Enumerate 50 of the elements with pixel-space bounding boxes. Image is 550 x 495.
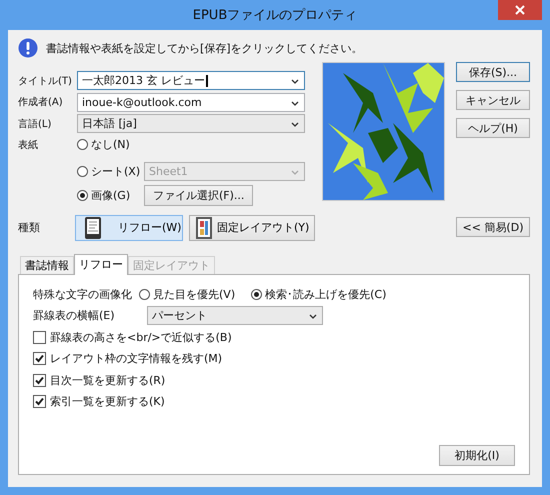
tab[interactable]: 書誌情報 <box>20 256 74 274</box>
close-icon <box>514 4 526 16</box>
radio-button[interactable] <box>251 288 262 300</box>
chevron-down-icon <box>291 122 299 128</box>
radio-button[interactable] <box>77 139 88 150</box>
dialog-button[interactable]: 保存(S)... <box>456 62 530 82</box>
close-button[interactable] <box>498 0 542 20</box>
layout-toggle-button[interactable]: リフロー(W) <box>75 214 183 240</box>
combo-field[interactable]: inoue-k@outlook.com <box>77 92 305 112</box>
tab[interactable]: リフロー <box>74 254 128 274</box>
radio-label: シート(X) <box>91 164 140 179</box>
checkbox-option[interactable]: レイアウト枠の文字情報を残す(M) <box>33 351 222 366</box>
chevron-down-icon <box>291 100 299 106</box>
reset-button[interactable]: 初期化(I) <box>439 445 515 466</box>
field-label: 作成者(A) <box>18 96 64 110</box>
radio-label: 画像(G) <box>91 188 130 203</box>
chevron-down-icon <box>309 314 317 320</box>
radio-label: 見た目を優先(V) <box>153 286 236 302</box>
checkmark-icon <box>34 374 45 386</box>
radio-button[interactable] <box>77 190 88 201</box>
option-label: 特殊な文字の画像化 <box>33 286 133 302</box>
tablet-icon <box>84 216 102 240</box>
combo-field[interactable]: 一太郎2013 玄 レビュー <box>77 71 305 90</box>
field-label: 言語(L) <box>18 118 52 131</box>
page-layout-icon <box>195 216 213 240</box>
checkmark-icon <box>34 396 45 408</box>
dialog-button[interactable]: ヘルプ(H) <box>456 118 530 138</box>
info-icon <box>18 38 38 58</box>
checkbox-option[interactable]: 罫線表の高さを<br/>で近似する(B) <box>33 330 232 345</box>
width-dropdown[interactable]: パーセント <box>147 306 323 326</box>
checkbox-option[interactable]: 索引一覧を更新する(K) <box>33 394 165 410</box>
language-dropdown[interactable]: 日本語 [ja] <box>77 114 305 134</box>
radio-label: なし(N) <box>91 137 130 152</box>
radio-label: 検索･読み上げを優先(C) <box>265 286 386 302</box>
simple-mode-button[interactable]: << 簡易(D) <box>456 217 530 237</box>
radio-button[interactable] <box>77 166 88 177</box>
checkbox-option[interactable]: 目次一覧を更新する(R) <box>33 372 166 388</box>
file-select-button[interactable]: ファイル選択(F)... <box>144 185 254 206</box>
option-label: 罫線表の横幅(E) <box>33 308 116 324</box>
window-title: EPUBファイルのプロパティ <box>192 7 358 24</box>
instruction-text: 書誌情報や表紙を設定してから[保存]をクリックしてください。 <box>46 40 363 56</box>
radio-button[interactable] <box>139 288 150 300</box>
cover-label: 表紙 <box>18 138 39 152</box>
chevron-down-icon <box>291 170 299 175</box>
layout-toggle-button[interactable]: 固定レイアウト(Y) <box>189 214 316 240</box>
field-label: タイトル(T) <box>18 74 73 88</box>
checkmark-icon <box>34 353 45 364</box>
dialog-button[interactable]: キャンセル <box>456 90 530 110</box>
chevron-down-icon <box>291 79 299 84</box>
type-label: 種類 <box>18 220 41 235</box>
